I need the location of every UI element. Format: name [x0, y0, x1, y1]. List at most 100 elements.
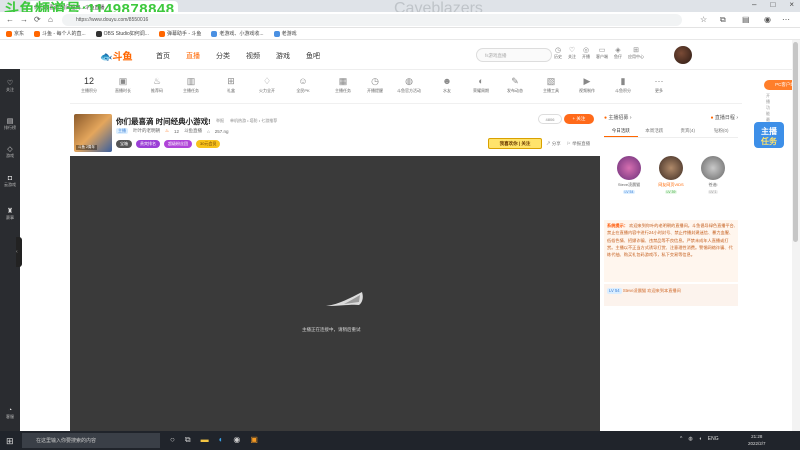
nav-category[interactable]: 分类 [216, 51, 230, 61]
report-link[interactable]: 举报 [216, 118, 224, 124]
app-center-button[interactable]: ⊞ 应用中心 [628, 46, 644, 60]
sidebar-item-follow[interactable]: ♡ 关注 [0, 79, 20, 93]
extensions-icon[interactable]: ⧉ [720, 15, 726, 25]
bookmark-item[interactable]: 斗鱼 - 每个人的直... [34, 30, 86, 37]
rank-user-3[interactable]: 苍迪i LV 1 [696, 156, 730, 194]
bookmark-item[interactable]: OBS Studio如何调... [95, 30, 149, 37]
task-view-icon[interactable]: ○ [170, 435, 175, 445]
fish-button[interactable]: ◈ 鱼仔 [614, 46, 622, 60]
minimize-icon[interactable]: – [752, 0, 756, 9]
client-button[interactable]: ▭ 客户端 [596, 46, 608, 60]
menu-icon[interactable]: ⋯ [782, 15, 790, 24]
bookmark-item[interactable]: 弹幕助手 - 斗鱼 [158, 30, 201, 37]
cat-item-mission[interactable]: ▦ 主播任务 [328, 76, 358, 94]
home-icon[interactable]: ⌂ [48, 15, 53, 24]
sidebar-item-service[interactable]: ◔ 客服 [0, 407, 20, 420]
sidebar-item-games[interactable]: ◇ 游戏 [0, 145, 20, 159]
cat-item-honor[interactable]: ◐ 荣耀周期 [466, 76, 496, 94]
cat-item-points[interactable]: 12 主播积分 [74, 76, 104, 94]
video-player[interactable]: 主播正在连接中，请稍后重试 [70, 156, 600, 434]
cat-item-fire[interactable]: ♢ 火力全开 [252, 76, 282, 94]
forward-icon[interactable]: → [20, 15, 28, 24]
profile-icon[interactable]: ◉ [764, 15, 771, 24]
sidebar-item-events[interactable]: ♜ 赛事 [0, 207, 20, 221]
bookmark-item[interactable]: 老游戏、小游戏收... [211, 30, 264, 37]
nav-live[interactable]: 直播 [186, 51, 200, 61]
rank-user-1[interactable]: Steve凌晨猫 LV 54 [612, 156, 646, 194]
chat-area[interactable] [600, 306, 742, 434]
cat-item-post[interactable]: ✎ 发布动态 [500, 76, 530, 94]
bookmark-item[interactable]: 老游戏 [273, 30, 297, 37]
badge-member[interactable]: 30元会员 [196, 140, 221, 148]
cat-item-more[interactable]: ⋯ 更多 [644, 76, 674, 94]
cat-item-recommend[interactable]: ♨ 推荐码 [142, 76, 172, 94]
tab-week[interactable]: 本周活跃 [638, 126, 672, 137]
language-indicator[interactable]: ENG [708, 436, 719, 442]
nav-games[interactable]: 游戏 [276, 51, 290, 61]
sidebar-item-cloud-games[interactable]: ◘ 云游戏 [0, 175, 20, 188]
close-icon[interactable]: × [789, 0, 794, 9]
volume-icon[interactable]: ◖ [699, 436, 702, 442]
tab-today[interactable]: 今日活跃 [604, 126, 638, 137]
collections-icon[interactable]: ▤ [742, 15, 750, 24]
search-input[interactable]: fs游戏直播 [476, 48, 552, 62]
cat-item-score[interactable]: ▮ 斗鱼积分 [608, 76, 638, 94]
nav-home[interactable]: 首页 [156, 51, 170, 61]
badge-vip[interactable]: 贵宾排名 [136, 140, 160, 148]
category-tags[interactable]: 单机热游 • 塔防 • 七游推荐 [230, 118, 277, 124]
app-icon[interactable]: ▣ [250, 435, 258, 445]
network-icon[interactable]: ◍ [688, 436, 692, 442]
maximize-icon[interactable]: □ [770, 0, 775, 9]
cat-item-tools[interactable]: ▧ 主播工具 [536, 76, 566, 94]
floating-task-badge-icon[interactable]: 主播 任务 [752, 118, 786, 152]
sidebar-collapse-handle[interactable]: ‹ [16, 237, 22, 267]
report-button[interactable]: ⚐ 举报直播 [567, 141, 590, 147]
taskbar-search-input[interactable]: 在这里输入你要搜索的内容 [22, 433, 160, 448]
scrollbar-thumb[interactable] [793, 42, 798, 242]
welcome-user[interactable]: Steve凌晨猫 [623, 288, 646, 293]
douyu-logo[interactable]: 🐟斗鱼 [100, 48, 134, 63]
cat-item-video[interactable]: ▶ 视频制作 [572, 76, 602, 94]
bookmark-item[interactable]: 京东 [6, 30, 24, 37]
cat-item-gift[interactable]: ⊞ 礼盒 [216, 76, 246, 94]
windows-start-icon[interactable]: ⊞ [6, 436, 14, 447]
follow-button[interactable]: ♡ 关注 [568, 46, 576, 60]
tools-icon: ▧ [546, 76, 556, 86]
host-name[interactable]: 叶叶的老明朝 [133, 128, 160, 134]
follow-button[interactable]: + 关注 [564, 114, 594, 124]
badge-fans[interactable]: 超级粉丝团 [164, 140, 192, 148]
cat-item-task[interactable]: ▥ 主播任务 [176, 76, 206, 94]
page-scrollbar[interactable] [792, 40, 800, 431]
star-icon[interactable]: ☆ [700, 15, 707, 24]
nav-fishbar[interactable]: 鱼吧 [306, 51, 320, 61]
cat-item-duration[interactable]: ▣ 直播时长 [108, 76, 138, 94]
reload-icon[interactable]: ⟳ [34, 15, 41, 24]
broadcast-button[interactable]: ◎ 开播 [582, 46, 590, 60]
heart-icon: ♡ [6, 80, 14, 87]
tab-vip[interactable]: 贵宾(4) [671, 126, 705, 137]
tray-expand-icon[interactable]: ^ [680, 436, 682, 442]
rank-user-2[interactable]: 网友网页VIDS LV 39 [654, 156, 688, 194]
obs-icon[interactable]: ◉ [233, 435, 240, 445]
back-icon[interactable]: ← [6, 15, 14, 24]
taskbar-clock[interactable]: 21:28 2022/2/7 [748, 433, 766, 447]
cat-item-event[interactable]: ◍ 斗鱼官方活动 [394, 76, 424, 94]
nav-video[interactable]: 视频 [246, 51, 260, 61]
edge-browser-icon[interactable]: ◐ [219, 435, 224, 445]
cat-item-alarm[interactable]: ◷ 开播提醒 [360, 76, 390, 94]
badge-box[interactable]: 宝箱 [116, 140, 132, 148]
cat-item-pk[interactable]: ☺ 全民PK [288, 76, 318, 94]
user-avatar[interactable] [674, 46, 692, 64]
sidebar-item-ranking[interactable]: ▤ 排行榜 [0, 117, 20, 131]
file-explorer-icon[interactable]: ▬ [201, 435, 209, 445]
history-button[interactable]: ◷ 历史 [554, 46, 562, 60]
cat-item-fans[interactable]: ☻ 水友 [432, 76, 462, 94]
schedule-link[interactable]: ● 直播日程 › [711, 114, 739, 121]
share-button[interactable]: ↗ 分享 [546, 141, 561, 147]
promo-banner[interactable]: 我喜欢你 | 关注 [488, 138, 542, 149]
url-input[interactable]: https://www.douyu.com/8550016 [62, 14, 682, 26]
room-avatar[interactable]: 斗鱼 2周年 [74, 114, 112, 152]
tab-diamond[interactable]: 钻粉(0) [705, 126, 739, 137]
task-switch-icon[interactable]: ⧉ [185, 435, 191, 445]
anchor-recruit-link[interactable]: ● 主播招募 › [604, 114, 632, 121]
